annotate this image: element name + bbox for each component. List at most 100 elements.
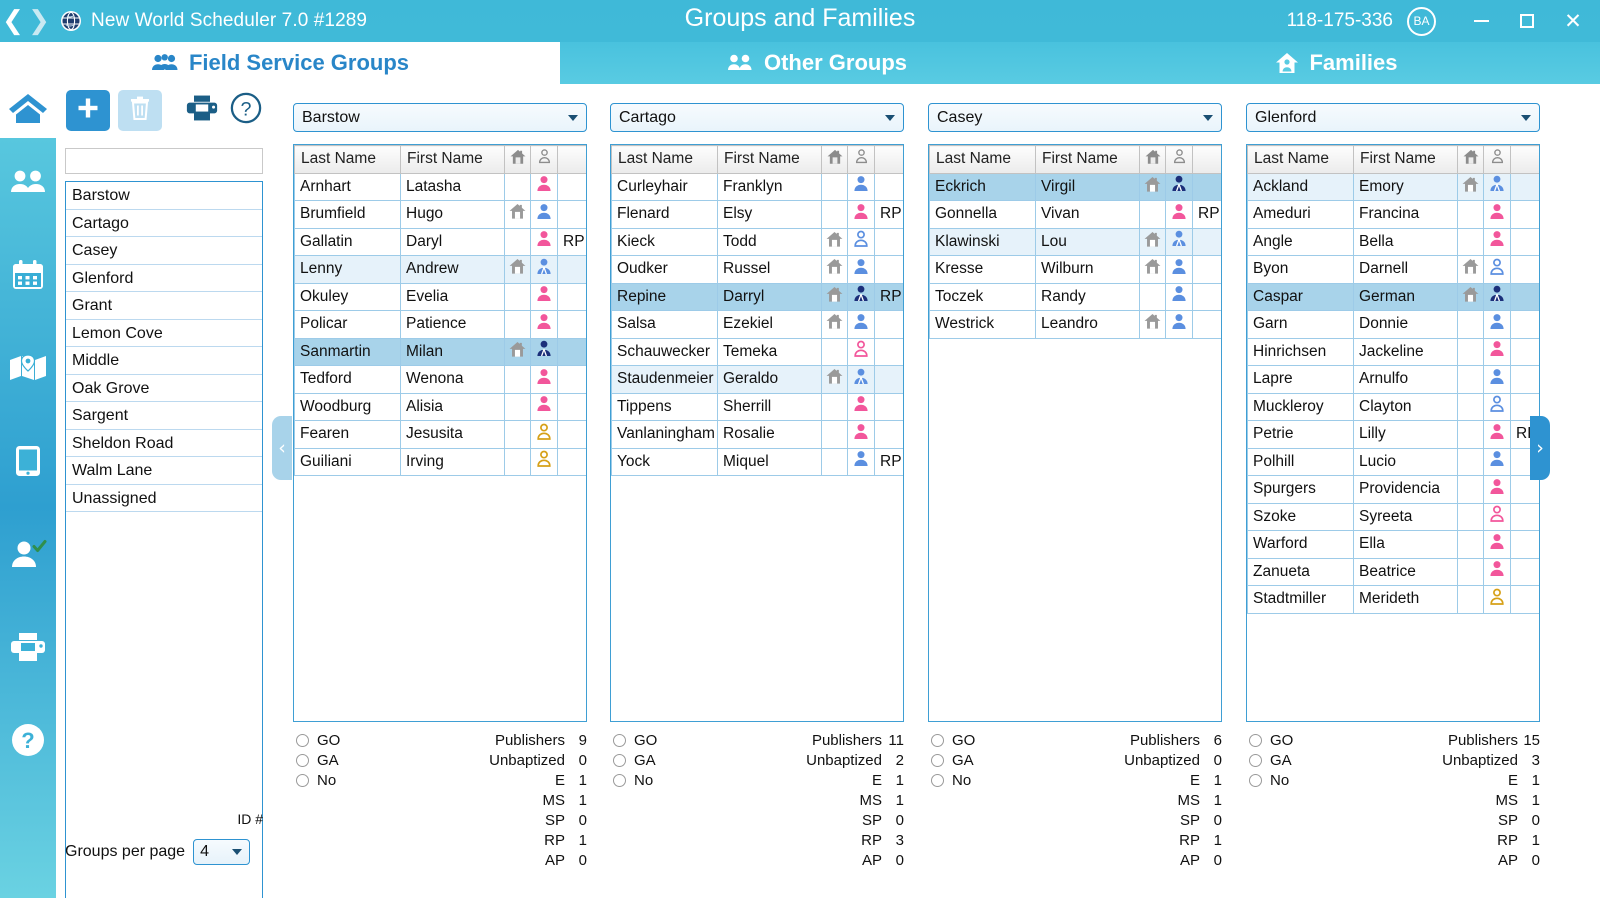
table-row[interactable]: Lenny Andrew: [294, 255, 586, 284]
table-row[interactable]: Repine Darryl RP: [611, 282, 903, 311]
column-header-rp[interactable]: [1510, 145, 1539, 174]
radio-go[interactable]: GO: [1249, 730, 1293, 750]
table-row[interactable]: Spurgers Providencia: [1247, 475, 1539, 504]
table-row[interactable]: Tippens Sherrill: [611, 392, 903, 421]
table-row[interactable]: Okuley Evelia: [294, 282, 586, 311]
radio-ga[interactable]: GA: [931, 750, 975, 770]
group-select[interactable]: Casey: [928, 103, 1222, 132]
table-row[interactable]: Tedford Wenona: [294, 365, 586, 394]
column-header-last-name[interactable]: Last Name: [929, 145, 1036, 174]
table-row[interactable]: Gallatin Daryl RP: [294, 227, 586, 256]
radio-go[interactable]: GO: [931, 730, 975, 750]
column-header-rp[interactable]: [874, 145, 903, 174]
table-row[interactable]: Caspar German: [1247, 282, 1539, 311]
group-list-item[interactable]: Sargent: [66, 402, 262, 430]
user-avatar[interactable]: BA: [1407, 6, 1436, 36]
table-row[interactable]: Curleyhair Franklyn: [611, 172, 903, 201]
table-row[interactable]: Staudenmeier Geraldo: [611, 365, 903, 394]
column-header-last-name[interactable]: Last Name: [611, 145, 718, 174]
table-row[interactable]: Garn Donnie: [1247, 310, 1539, 339]
group-list-item[interactable]: Oak Grove: [66, 375, 262, 402]
chevron-right-icon[interactable]: ❯: [26, 8, 52, 34]
table-row[interactable]: Klawinski Lou: [929, 227, 1221, 256]
table-row[interactable]: Angle Bella: [1247, 227, 1539, 256]
table-row[interactable]: Flenard Elsy RP: [611, 200, 903, 229]
sidebar-item-territories[interactable]: [0, 324, 56, 417]
sidebar-item-publishers[interactable]: [0, 138, 56, 231]
table-row[interactable]: Westrick Leandro: [929, 310, 1221, 339]
sidebar-item-home[interactable]: [0, 84, 56, 138]
table-row[interactable]: Byon Darnell: [1247, 255, 1539, 284]
house-icon[interactable]: [1457, 145, 1484, 174]
table-row[interactable]: Lapre Arnulfo: [1247, 365, 1539, 394]
table-row[interactable]: Eckrich Virgil: [929, 172, 1221, 201]
table-row[interactable]: Szoke Syreeta: [1247, 502, 1539, 531]
table-row[interactable]: Policar Patience: [294, 310, 586, 339]
radio-go[interactable]: GO: [613, 730, 657, 750]
members-grid[interactable]: Last Name First Name Ackland Emory Ameduri Fr…: [1246, 144, 1540, 722]
print-button[interactable]: [184, 91, 220, 131]
group-list-item[interactable]: Lemon Cove: [66, 320, 262, 347]
radio-no[interactable]: No: [931, 770, 975, 790]
radio-ga[interactable]: GA: [296, 750, 340, 770]
group-select[interactable]: Cartago: [610, 103, 904, 132]
table-row[interactable]: Schauwecker Temeka: [611, 337, 903, 366]
maximize-button[interactable]: [1504, 0, 1550, 42]
person-icon[interactable]: [1483, 145, 1511, 174]
group-list-item[interactable]: Grant: [66, 292, 262, 320]
house-icon[interactable]: [821, 145, 848, 174]
house-icon[interactable]: [504, 145, 531, 174]
radio-no[interactable]: No: [1249, 770, 1293, 790]
table-row[interactable]: Yock Miquel RP: [611, 447, 903, 476]
tab-field-service-groups[interactable]: Field Service Groups: [0, 42, 560, 84]
table-row[interactable]: Muckleroy Clayton: [1247, 392, 1539, 421]
minimize-button[interactable]: [1458, 0, 1504, 42]
column-header-rp[interactable]: [1192, 145, 1221, 174]
sidebar-item-calendar[interactable]: [0, 231, 56, 324]
group-list-item[interactable]: Glenford: [66, 265, 262, 292]
radio-no[interactable]: No: [296, 770, 340, 790]
tab-other-groups[interactable]: Other Groups: [560, 42, 1073, 84]
radio-ga[interactable]: GA: [613, 750, 657, 770]
house-icon[interactable]: [1139, 145, 1166, 174]
person-icon[interactable]: [847, 145, 875, 174]
column-header-last-name[interactable]: Last Name: [1247, 145, 1354, 174]
add-group-button[interactable]: [66, 90, 110, 131]
group-list-item[interactable]: Barstow: [66, 182, 262, 210]
sidebar-item-assignments[interactable]: [0, 510, 56, 603]
close-button[interactable]: ✕: [1550, 0, 1596, 42]
column-header-rp[interactable]: [557, 145, 586, 174]
table-row[interactable]: Toczek Randy: [929, 282, 1221, 311]
table-row[interactable]: Sanmartin Milan: [294, 337, 586, 366]
help-button[interactable]: ?: [228, 91, 264, 131]
group-list-item[interactable]: Sheldon Road: [66, 430, 262, 457]
tab-families[interactable]: Families: [1073, 42, 1600, 84]
table-row[interactable]: Zanueta Beatrice: [1247, 557, 1539, 586]
group-select[interactable]: Barstow: [293, 103, 587, 132]
scroll-left-paddle[interactable]: ‹: [272, 416, 292, 480]
table-row[interactable]: Kresse Wilburn: [929, 255, 1221, 284]
table-row[interactable]: Hinrichsen Jackeline: [1247, 337, 1539, 366]
table-row[interactable]: Arnhart Latasha: [294, 172, 586, 201]
group-list-item[interactable]: Casey: [66, 237, 262, 265]
table-row[interactable]: Petrie Lilly RP: [1247, 420, 1539, 449]
groups-per-page-select[interactable]: 4: [193, 839, 251, 865]
group-list-item[interactable]: Middle: [66, 347, 262, 375]
table-row[interactable]: Guiliani Irving: [294, 447, 586, 476]
scroll-right-paddle[interactable]: ›: [1530, 416, 1550, 480]
members-grid[interactable]: Last Name First Name Eckrich Virgil Gonnella…: [928, 144, 1222, 722]
chevron-left-icon[interactable]: ❮: [0, 8, 26, 34]
table-row[interactable]: Ameduri Francina: [1247, 200, 1539, 229]
table-row[interactable]: Stadtmiller Merideth: [1247, 585, 1539, 614]
table-row[interactable]: Ackland Emory: [1247, 172, 1539, 201]
column-header-first-name[interactable]: First Name: [400, 145, 505, 174]
group-list[interactable]: Barstow Cartago Casey Glenford Grant Lemon Co…: [65, 181, 263, 898]
person-icon[interactable]: [530, 145, 558, 174]
group-select[interactable]: Glenford: [1246, 103, 1540, 132]
members-grid[interactable]: Last Name First Name Curleyhair Franklyn Fle…: [610, 144, 904, 722]
radio-go[interactable]: GO: [296, 730, 340, 750]
table-row[interactable]: Vanlaningham Rosalie: [611, 420, 903, 449]
group-list-item[interactable]: Walm Lane: [66, 457, 262, 485]
person-icon[interactable]: [1165, 145, 1193, 174]
table-row[interactable]: Polhill Lucio: [1247, 447, 1539, 476]
